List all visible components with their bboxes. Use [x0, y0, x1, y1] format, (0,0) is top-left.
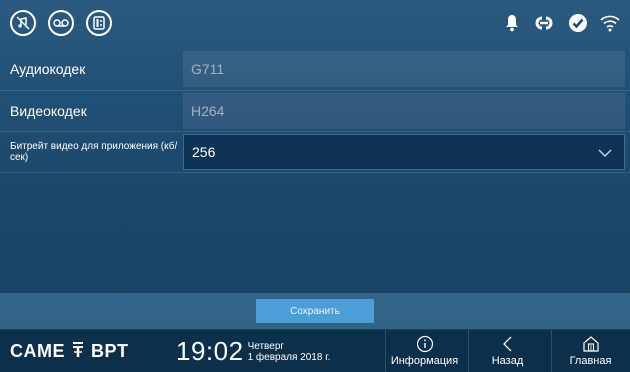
- status-bar: [0, 0, 630, 46]
- info-button[interactable]: Информация: [385, 330, 463, 372]
- link-icon: [532, 14, 556, 32]
- home-button[interactable]: Главная: [551, 330, 629, 372]
- brand-logo: CAME BPT: [0, 330, 160, 372]
- video-bitrate-row: Битрейт видео для приложения (кб/сек) 25…: [0, 132, 630, 172]
- screen: Аудиокодек G711 Видеокодек H264 Битрейт …: [0, 0, 630, 372]
- clock-date: Четверг 1 февраля 2018 г.: [248, 341, 331, 363]
- clock-time: 19:02: [176, 336, 244, 366]
- video-codec-row: Видеокодек H264: [0, 91, 630, 131]
- brand-left: CAME: [10, 340, 65, 361]
- back-label: Назад: [491, 355, 524, 367]
- wifi-icon: [600, 14, 620, 32]
- info-label: Информация: [390, 355, 459, 367]
- footer-bar: CAME BPT 19:02 Четверг 1 февраля 2018 г.: [0, 330, 630, 372]
- brand-mark-icon: [71, 340, 85, 363]
- home-icon: [582, 336, 599, 352]
- clock: 19:02 Четверг 1 февраля 2018 г.: [176, 336, 330, 367]
- voicemail-icon[interactable]: [48, 10, 74, 36]
- back-icon: [502, 336, 511, 352]
- back-button[interactable]: Назад: [468, 330, 546, 372]
- status-bar-left: [10, 10, 112, 36]
- video-codec-label: Видеокодек: [10, 103, 87, 119]
- video-bitrate-label: Битрейт видео для приложения (кб/сек): [10, 141, 178, 163]
- bell-icon: [504, 14, 520, 32]
- audio-codec-row: Аудиокодек G711: [0, 49, 630, 89]
- info-icon: [416, 335, 433, 353]
- chevron-down-icon: [598, 145, 612, 161]
- status-bar-right: [504, 13, 620, 33]
- save-bar: Сохранить: [0, 293, 630, 329]
- do-not-disturb-icon[interactable]: [10, 10, 36, 36]
- brand-right: BPT: [91, 340, 129, 361]
- video-bitrate-value: 256: [192, 144, 216, 160]
- audio-codec-label: Аудиокодек: [10, 61, 86, 77]
- divider: [0, 172, 630, 173]
- home-label: Главная: [569, 355, 612, 367]
- intercom-icon[interactable]: [86, 10, 112, 36]
- save-button[interactable]: Сохранить: [256, 299, 374, 323]
- video-codec-field: H264: [183, 93, 625, 129]
- check-circle-icon: [568, 13, 588, 33]
- video-bitrate-select[interactable]: 256: [183, 134, 625, 170]
- clock-day: Четверг: [247, 340, 285, 352]
- audio-codec-field: G711: [183, 51, 625, 87]
- clock-full-date: 1 февраля 2018 г.: [247, 351, 331, 363]
